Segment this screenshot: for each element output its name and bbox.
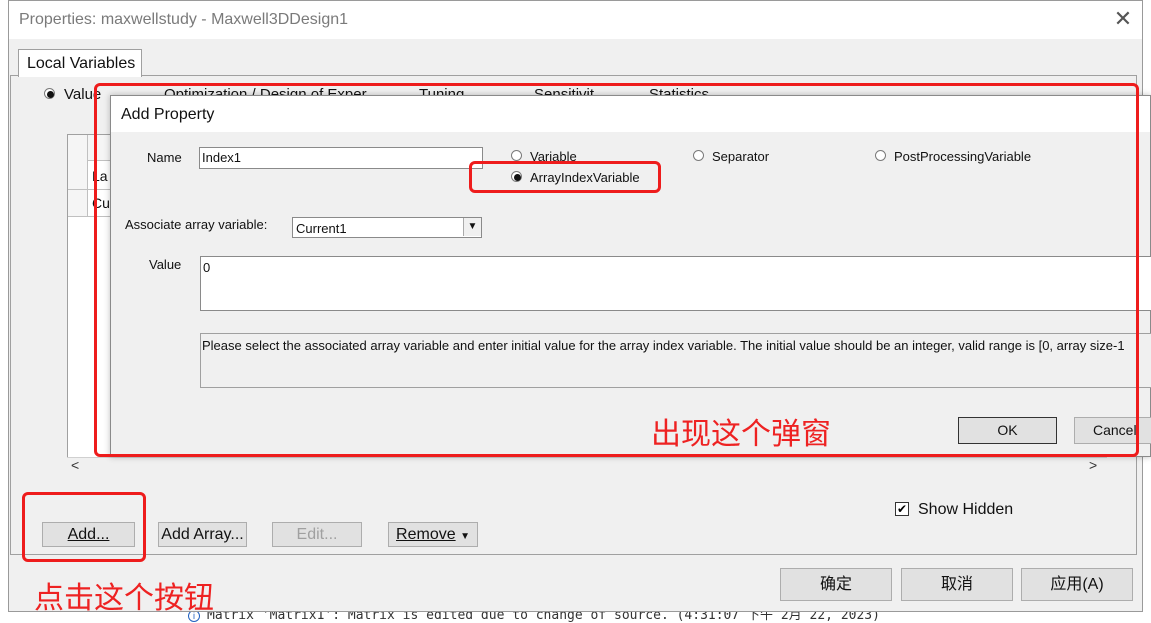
ok-cn-button[interactable]: 确定 xyxy=(780,568,892,601)
scroll-left-icon[interactable]: < xyxy=(71,457,79,473)
add-array-button[interactable]: Add Array... xyxy=(158,522,247,547)
horizontal-scrollbar[interactable]: < > xyxy=(67,457,1107,474)
radio-value[interactable] xyxy=(44,88,55,99)
dropdown-arrow-icon: ▼ xyxy=(460,531,470,542)
tab-local-variables[interactable]: Local Variables xyxy=(18,49,142,77)
remove-button-label: Remove xyxy=(396,526,456,543)
scroll-right-icon[interactable]: > xyxy=(1089,457,1097,473)
annotation-add-button-highlight xyxy=(22,492,146,562)
apply-cn-button[interactable]: 应用(A) xyxy=(1021,568,1133,601)
show-hidden-label[interactable]: Show Hidden xyxy=(918,501,1013,519)
show-hidden-checkbox[interactable]: ✔ xyxy=(895,502,909,516)
annotation-click-note: 点击这个按钮 xyxy=(34,581,214,616)
annotation-array-index-highlight xyxy=(469,161,661,193)
radio-dot xyxy=(47,91,54,98)
window-title: Properties: maxwellstudy - Maxwell3DDesi… xyxy=(19,11,349,28)
annotation-dialog-highlight xyxy=(94,83,1139,457)
cancel-cn-button[interactable]: 取消 xyxy=(901,568,1013,601)
remove-button[interactable]: Remove ▼ xyxy=(388,522,478,547)
annotation-popup-note: 出现这个弹窗 xyxy=(651,417,831,452)
close-icon[interactable]: ✕ xyxy=(1111,7,1135,31)
edit-button[interactable]: Edit... xyxy=(272,522,362,547)
grid-row-header-col xyxy=(68,135,88,217)
window-titlebar: Properties: maxwellstudy - Maxwell3DDesi… xyxy=(9,1,1142,39)
